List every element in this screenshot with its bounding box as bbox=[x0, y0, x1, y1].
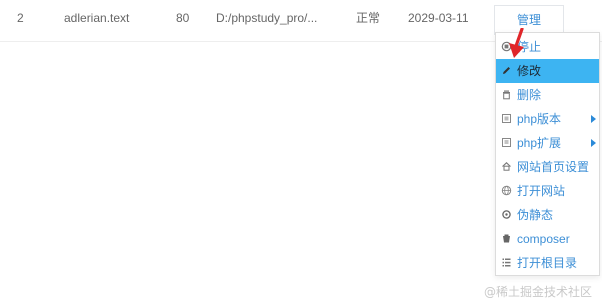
trash-icon bbox=[501, 89, 512, 100]
manage-dropdown-menu: 停止 修改 删除 php版本 php扩展 网站首页设置 打开网站 伪静态 com… bbox=[495, 32, 600, 276]
watermark: @稀土掘金技术社区 bbox=[484, 285, 593, 299]
menu-item-label: php扩展 bbox=[517, 136, 562, 150]
menu-item-composer[interactable]: composer bbox=[496, 227, 599, 251]
menu-item-open-root-dir[interactable]: 打开根目录 bbox=[496, 251, 599, 275]
home-icon bbox=[501, 161, 512, 172]
expire-date: 2029-03-11 bbox=[408, 11, 469, 25]
chevron-right-icon bbox=[591, 115, 596, 123]
menu-item-open-site[interactable]: 打开网站 bbox=[496, 179, 599, 203]
row-index: 2 bbox=[17, 11, 24, 25]
menu-item-delete[interactable]: 删除 bbox=[496, 83, 599, 107]
rewrite-icon bbox=[501, 209, 512, 220]
menu-item-label: php版本 bbox=[517, 112, 562, 126]
site-name[interactable]: adlerian.text bbox=[64, 10, 129, 26]
stop-icon bbox=[501, 41, 512, 52]
menu-item-label: 打开网站 bbox=[517, 184, 566, 198]
menu-item-label: 停止 bbox=[517, 40, 542, 54]
folder-list-icon bbox=[501, 257, 512, 268]
menu-item-php-version[interactable]: php版本 bbox=[496, 107, 599, 131]
menu-item-label: 修改 bbox=[517, 64, 542, 78]
status-badge: 正常 bbox=[356, 11, 381, 25]
menu-item-label: 删除 bbox=[517, 88, 542, 102]
menu-item-rewrite[interactable]: 伪静态 bbox=[496, 203, 599, 227]
php-icon bbox=[501, 113, 512, 124]
menu-item-label: 网站首页设置 bbox=[517, 160, 590, 174]
site-port: 80 bbox=[176, 11, 190, 25]
site-path[interactable]: D:/phpstudy_pro/... bbox=[216, 10, 317, 26]
manage-button[interactable]: 管理 bbox=[494, 5, 564, 35]
composer-icon bbox=[501, 233, 512, 244]
menu-item-label: 伪静态 bbox=[517, 208, 554, 222]
menu-item-edit[interactable]: 修改 bbox=[496, 59, 599, 83]
extension-icon bbox=[501, 137, 512, 148]
chevron-right-icon bbox=[591, 139, 596, 147]
pencil-icon bbox=[501, 65, 512, 76]
menu-item-label: 打开根目录 bbox=[517, 256, 578, 270]
menu-item-homepage-settings[interactable]: 网站首页设置 bbox=[496, 155, 599, 179]
globe-icon bbox=[501, 185, 512, 196]
menu-item-php-extension[interactable]: php扩展 bbox=[496, 131, 599, 155]
menu-item-label: composer bbox=[517, 232, 570, 246]
menu-item-stop[interactable]: 停止 bbox=[496, 35, 599, 59]
